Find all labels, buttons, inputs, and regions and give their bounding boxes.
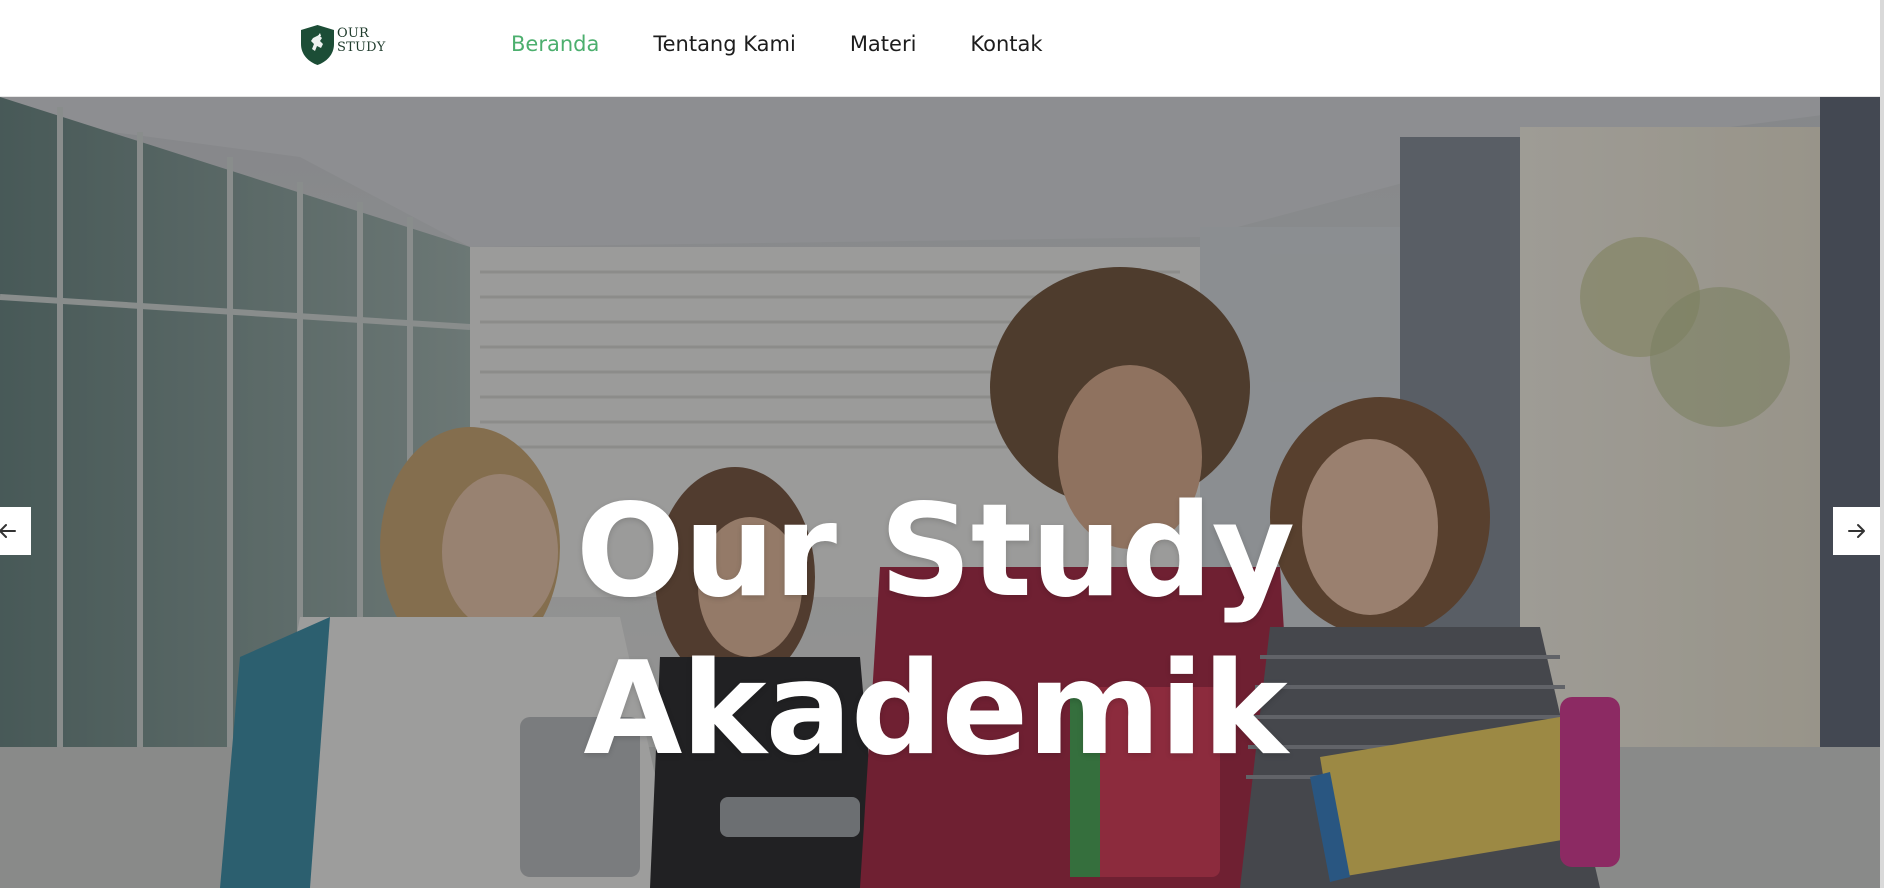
site-logo[interactable]: OUR STUDY xyxy=(299,24,391,66)
site-header: OUR STUDY Beranda Tentang Kami Materi Ko… xyxy=(0,0,1884,97)
logo-line-1: OUR xyxy=(337,26,370,41)
nav-item-kontak[interactable]: Kontak xyxy=(970,28,1042,60)
hero-title-line-2: Akademik xyxy=(583,635,1287,784)
page: OUR STUDY Beranda Tentang Kami Materi Ko… xyxy=(0,0,1884,888)
hero-title-line-1: Our Study xyxy=(575,477,1295,626)
hero-carousel: Our Study Akademik xyxy=(0,97,1884,888)
hero-title: Our Study Akademik xyxy=(0,473,1870,789)
arrow-right-icon xyxy=(1848,524,1865,538)
page-scrollbar[interactable] xyxy=(1880,0,1884,888)
shield-logo-icon xyxy=(301,25,334,65)
logo-wordmark: OUR STUDY xyxy=(337,27,386,55)
nav-item-materi[interactable]: Materi xyxy=(850,28,917,60)
nav-item-beranda[interactable]: Beranda xyxy=(511,28,599,60)
logo-line-2: STUDY xyxy=(337,40,386,55)
nav-item-tentang-kami[interactable]: Tentang Kami xyxy=(653,28,795,60)
carousel-prev-button[interactable] xyxy=(0,507,31,555)
carousel-next-button[interactable] xyxy=(1833,507,1881,555)
main-nav: Beranda Tentang Kami Materi Kontak xyxy=(511,28,1097,60)
arrow-left-icon xyxy=(0,524,16,538)
